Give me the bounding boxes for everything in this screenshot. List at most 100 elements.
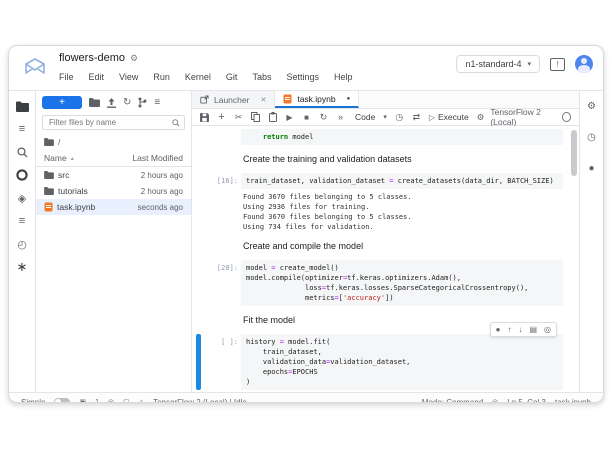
code-editor[interactable]: train_dataset, validation_dataset = crea… — [241, 173, 563, 189]
file-list-view-icon[interactable]: ≡ — [154, 97, 160, 108]
mode-indicator[interactable]: Mode: Command — [422, 398, 483, 403]
status-bar: Simple ▣ 1 ◎ ▢ △ TensorFlow 2 (Local) | … — [9, 392, 603, 402]
compare-icon[interactable]: ⇄ — [412, 112, 421, 123]
cloud-storage-icon[interactable]: ◈ — [14, 191, 30, 205]
file-browser-icon[interactable] — [14, 99, 30, 113]
refresh-icon[interactable]: ↻ — [123, 97, 131, 108]
cursor-position[interactable]: Ln 5, Col 3 — [507, 398, 546, 403]
restart-kernel-icon[interactable]: ↻ — [319, 112, 328, 123]
paste-cells-icon[interactable] — [268, 112, 277, 122]
app-window: flowers-demo ⚙ File Edit View Run Kernel… — [8, 45, 604, 403]
search-icon[interactable] — [14, 145, 30, 159]
kernel-status-label[interactable]: TensorFlow 2 (Local) | Idle — [153, 398, 247, 403]
terminal-count-icon[interactable]: ▣ — [79, 398, 86, 402]
menu-tabs[interactable]: Tabs — [252, 72, 271, 82]
filter-files-input[interactable] — [47, 117, 172, 128]
menu-git[interactable]: Git — [226, 72, 238, 82]
run-cell-icon[interactable]: ▶ — [285, 113, 294, 122]
column-last-modified[interactable]: Last Modified — [132, 153, 183, 163]
menu-kernel[interactable]: Kernel — [185, 72, 211, 82]
cut-cells-icon[interactable]: ✂ — [234, 112, 243, 123]
kernel-status-icon[interactable] — [562, 112, 571, 122]
chevron-down-icon: ▾ — [383, 113, 387, 121]
move-down-icon[interactable]: ↓ — [518, 325, 522, 334]
kernel-name[interactable]: TensorFlow 2 (Local) — [490, 107, 556, 127]
cell-collapser[interactable] — [196, 173, 201, 189]
extension-manager-icon[interactable]: ∗ — [14, 260, 30, 274]
new-launcher-button[interactable]: + — [42, 96, 82, 109]
git-clone-icon[interactable] — [138, 97, 147, 108]
execute-button[interactable]: ▷ Execute — [429, 112, 469, 122]
statusbar-filename: task.ipynb — [555, 398, 591, 403]
code-cell: return model — [192, 131, 579, 145]
debugger-icon[interactable]: ● — [588, 163, 594, 174]
markdown-cell[interactable]: Create and compile the model — [243, 241, 563, 251]
menu-file[interactable]: File — [59, 72, 74, 82]
menu-icon[interactable]: ● — [496, 325, 501, 334]
tab-task-ipynb[interactable]: task.ipynb ● — [275, 91, 359, 108]
file-modified: 2 hours ago — [141, 171, 183, 180]
window-icon[interactable]: ▢ — [123, 398, 130, 402]
scrollbar-thumb[interactable] — [571, 130, 577, 176]
page-title: flowers-demo — [59, 52, 125, 64]
insert-cell-icon[interactable]: ▤ — [529, 325, 537, 334]
restart-run-all-icon[interactable]: » — [336, 112, 345, 122]
gear-icon[interactable]: ⚙ — [477, 112, 485, 123]
code-editor[interactable]: history = model.fit( train_dataset, vali… — [241, 334, 563, 390]
cell-type-dropdown[interactable]: Code ▾ — [355, 112, 387, 122]
busy-indicator-icon: ◎ — [108, 398, 114, 402]
file-row-src[interactable]: src 2 hours ago — [36, 167, 191, 183]
file-browser-panel: + ↻ ≡ — [36, 91, 192, 392]
code-editor[interactable]: return model — [241, 129, 563, 145]
scrollbar[interactable] — [571, 130, 577, 388]
file-modified: seconds ago — [138, 203, 183, 212]
markdown-cell[interactable]: Create the training and validation datas… — [243, 154, 563, 164]
save-icon[interactable] — [200, 113, 209, 122]
feedback-icon[interactable]: ! — [550, 58, 565, 71]
code-cell-active: [ ]:history = model.fit( train_dataset, … — [192, 334, 579, 390]
file-row-task-ipynb[interactable]: task.ipynb seconds ago — [36, 199, 191, 215]
git-icon[interactable] — [14, 168, 30, 182]
table-of-contents-icon[interactable]: ≡ — [14, 214, 30, 228]
property-inspector-icon[interactable]: ⚙ — [587, 101, 596, 112]
cell-collapser[interactable] — [196, 260, 201, 306]
folder-icon — [44, 171, 54, 179]
running-kernels-icon[interactable]: ≡ — [14, 122, 30, 136]
right-sidebar-strip: ⚙ ◷ ● — [579, 91, 603, 392]
menu-settings[interactable]: Settings — [286, 72, 319, 82]
cell-collapser[interactable] — [196, 131, 201, 145]
cell-collapser[interactable] — [196, 334, 201, 390]
upload-icon[interactable] — [107, 98, 116, 108]
menu-edit[interactable]: Edit — [89, 72, 105, 82]
execution-history-icon[interactable]: ◷ — [395, 112, 404, 123]
file-row-tutorials[interactable]: tutorials 2 hours ago — [36, 183, 191, 199]
menu-help[interactable]: Help — [334, 72, 353, 82]
scheduler-icon[interactable]: ◴ — [14, 237, 30, 251]
find-icon[interactable]: ◎ — [544, 325, 551, 334]
menu-run[interactable]: Run — [153, 72, 170, 82]
notebook-file-icon — [283, 94, 292, 104]
new-folder-icon[interactable] — [89, 98, 100, 107]
menu-view[interactable]: View — [119, 72, 138, 82]
notebook-toolbar: + ✂ ▶ ■ ↻ » Code ▾ ◷ ⇄ ▷ — [192, 109, 579, 126]
root-folder-icon[interactable] — [44, 138, 54, 146]
simple-mode-toggle[interactable] — [54, 398, 70, 402]
history-icon[interactable]: ◷ — [587, 132, 596, 143]
avatar[interactable] — [575, 55, 593, 73]
chevron-down-icon: ▾ — [527, 60, 531, 68]
tab-launcher[interactable]: Launcher ✕ — [192, 91, 275, 108]
move-up-icon[interactable]: ↑ — [507, 325, 511, 334]
unsaved-dot-icon[interactable]: ● — [347, 96, 351, 102]
close-icon[interactable]: ✕ — [260, 96, 266, 104]
warning-icon[interactable]: △ — [139, 398, 144, 402]
code-editor[interactable]: model = create_model()model.compile(opti… — [241, 260, 563, 306]
breadcrumb[interactable]: / — [58, 137, 60, 147]
add-cell-icon[interactable]: + — [217, 111, 226, 123]
notebook-settings-gear-icon[interactable]: ⚙ — [130, 53, 138, 64]
copy-cells-icon[interactable] — [251, 112, 260, 122]
column-name[interactable]: Name — [44, 153, 67, 163]
machine-type-dropdown[interactable]: n1-standard-4 ▾ — [456, 55, 540, 73]
cell-prompt: [16]: — [204, 173, 241, 189]
cell-prompt: [20]: — [204, 260, 241, 306]
stop-kernel-icon[interactable]: ■ — [302, 113, 311, 122]
